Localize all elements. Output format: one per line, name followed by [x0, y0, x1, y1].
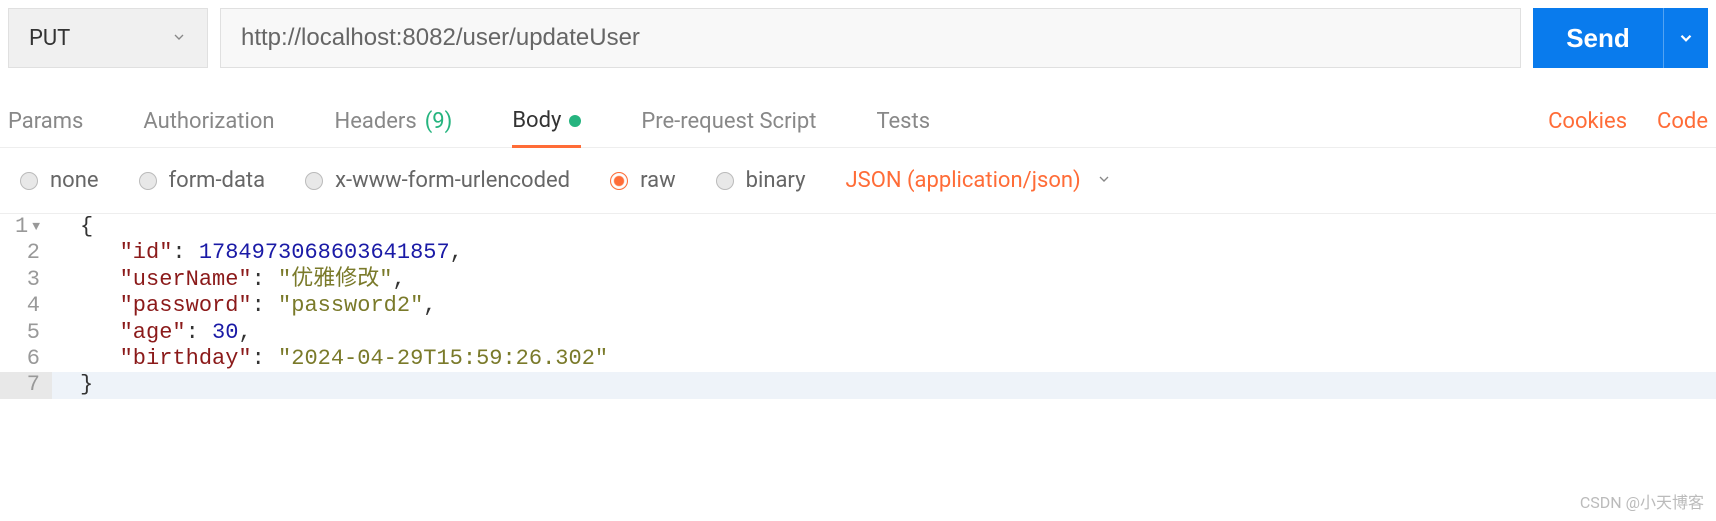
radio-urlencoded[interactable]: x-www-form-urlencoded	[305, 168, 570, 193]
line-number: 1▼	[0, 214, 52, 240]
headers-count: (9)	[425, 109, 453, 134]
tab-headers[interactable]: Headers (9)	[335, 97, 453, 146]
cookies-link[interactable]: Cookies	[1548, 109, 1627, 134]
tab-body-label: Body	[512, 108, 561, 133]
radio-raw[interactable]: raw	[610, 168, 676, 193]
tab-authorization-label: Authorization	[143, 109, 274, 134]
radio-none-label: none	[50, 168, 99, 193]
tab-tests-label: Tests	[876, 109, 930, 134]
line-number: 4	[0, 293, 52, 319]
watermark: CSDN @小天博客	[1580, 489, 1704, 513]
line-number: 7	[0, 372, 52, 398]
json-editor[interactable]: 1▼ { 2 "id": 1784973068603641857, 3 "use…	[0, 214, 1716, 399]
radio-icon	[20, 172, 38, 190]
radio-icon	[716, 172, 734, 190]
radio-formdata-label: form-data	[169, 168, 266, 193]
code-link[interactable]: Code	[1657, 109, 1708, 134]
tab-params-label: Params	[8, 109, 83, 134]
line-number: 3	[0, 267, 52, 293]
tab-authorization[interactable]: Authorization	[143, 97, 274, 146]
radio-urlencoded-label: x-www-form-urlencoded	[335, 168, 570, 193]
send-button[interactable]: Send	[1533, 8, 1663, 68]
tab-headers-label: Headers	[335, 109, 417, 134]
fold-icon[interactable]: ▼	[32, 219, 40, 235]
radio-formdata[interactable]: form-data	[139, 168, 266, 193]
chevron-down-icon	[1096, 171, 1112, 191]
radio-binary-label: binary	[746, 168, 806, 193]
radio-icon-selected	[610, 172, 628, 190]
tab-prerequest-label: Pre-request Script	[641, 109, 816, 134]
line-number: 5	[0, 320, 52, 346]
radio-icon	[139, 172, 157, 190]
tab-prerequest[interactable]: Pre-request Script	[641, 97, 816, 146]
chevron-down-icon	[171, 26, 187, 51]
method-value: PUT	[29, 26, 70, 51]
content-type-label: JSON (application/json)	[846, 168, 1081, 193]
radio-binary[interactable]: binary	[716, 168, 806, 193]
method-select[interactable]: PUT	[8, 8, 208, 68]
line-number: 2	[0, 240, 52, 266]
body-modified-dot-icon	[569, 115, 581, 127]
content-type-select[interactable]: JSON (application/json)	[846, 168, 1112, 193]
radio-none[interactable]: none	[20, 168, 99, 193]
send-dropdown-button[interactable]	[1663, 8, 1708, 68]
radio-icon	[305, 172, 323, 190]
tab-body[interactable]: Body	[512, 96, 581, 148]
tab-tests[interactable]: Tests	[876, 97, 930, 146]
radio-raw-label: raw	[640, 168, 676, 193]
url-input[interactable]	[220, 8, 1521, 68]
tab-params[interactable]: Params	[8, 97, 83, 146]
line-number: 6	[0, 346, 52, 372]
